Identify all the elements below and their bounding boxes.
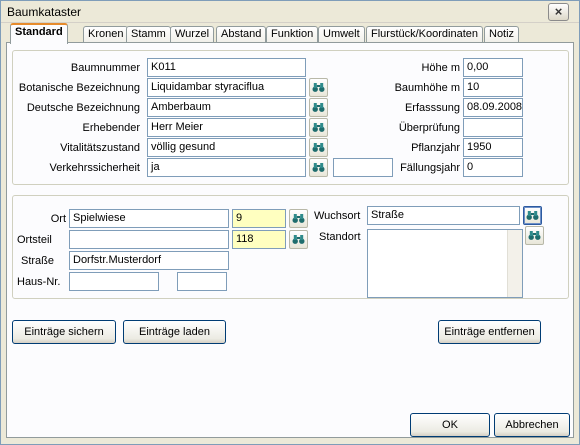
- tab-flurstueck[interactable]: Flurstück/Koordinaten: [366, 26, 483, 43]
- strasse-input[interactable]: Dorfstr.Musterdorf: [69, 251, 229, 270]
- ortsteil-label: Ortsteil: [17, 234, 52, 246]
- vitalitaet-input[interactable]: völlig gesund: [147, 138, 306, 157]
- binoculars-icon: [528, 231, 541, 240]
- tab-strip: Standard Kronen Stamm Wurzel Abstand Fun…: [7, 23, 577, 44]
- botanisch-lookup-button[interactable]: [309, 78, 328, 97]
- ort-lookup-button[interactable]: [289, 209, 308, 228]
- baumnummer-input[interactable]: K011: [147, 58, 306, 77]
- erhebender-lookup-button[interactable]: [309, 118, 328, 137]
- vitalitaet-label: Vitalitätszustand: [60, 142, 140, 154]
- cancel-button[interactable]: Abbrechen: [494, 413, 570, 437]
- strasse-label: Straße: [21, 255, 55, 267]
- close-button[interactable]: ×: [548, 3, 569, 21]
- title-bar: Baumkataster ×: [1, 1, 579, 23]
- load-entries-button[interactable]: Einträge laden: [123, 320, 226, 344]
- faellung-label: Fällungsjahr: [400, 162, 460, 174]
- verkehr-input[interactable]: ja: [147, 158, 306, 177]
- deutsch-lookup-button[interactable]: [309, 98, 328, 117]
- pflanzjahr-input[interactable]: 1950: [463, 138, 523, 157]
- binoculars-icon: [526, 211, 539, 220]
- faellung-input[interactable]: 0: [463, 158, 523, 177]
- tree-data-group: Baumnummer K011 Botanische Bezeichnung L…: [12, 50, 569, 185]
- standort-label: Standort: [319, 231, 361, 243]
- standort-scrollbar[interactable]: [507, 230, 522, 297]
- baumhoehe-input[interactable]: 10: [463, 78, 523, 97]
- deutsch-label: Deutsche Bezeichnung: [26, 102, 140, 114]
- ortsteil-input[interactable]: [69, 230, 229, 249]
- binoculars-icon: [312, 123, 325, 132]
- ortsteil-lookup-button[interactable]: [289, 230, 308, 249]
- botanisch-label: Botanische Bezeichnung: [18, 82, 140, 94]
- hausnr-suffix-input[interactable]: [177, 272, 227, 291]
- wuchsort-input[interactable]: Straße: [367, 206, 520, 225]
- window-title: Baumkataster: [7, 5, 82, 19]
- binoculars-icon: [292, 235, 305, 244]
- tab-umwelt[interactable]: Umwelt: [318, 26, 365, 43]
- hoehe-label: Höhe m: [421, 62, 460, 74]
- pflanzjahr-label: Pflanzjahr: [411, 142, 460, 154]
- baumnummer-label: Baumnummer: [70, 62, 140, 74]
- hausnr-input[interactable]: [69, 272, 159, 291]
- hoehe-input[interactable]: 0,00: [463, 58, 523, 77]
- remove-entries-button[interactable]: Einträge entfernen: [438, 320, 541, 344]
- erfassung-label: Erfasssung: [404, 102, 460, 114]
- tab-kronen[interactable]: Kronen: [83, 26, 129, 43]
- erhebender-input[interactable]: Herr Meier: [147, 118, 306, 137]
- verkehr-label: Verkehrssicherheit: [49, 162, 141, 174]
- ort-input[interactable]: Spielwiese: [69, 209, 229, 228]
- tab-notiz[interactable]: Notiz: [484, 26, 520, 43]
- deutsch-input[interactable]: Amberbaum: [147, 98, 306, 117]
- tab-funktion[interactable]: Funktion: [266, 26, 319, 43]
- ort-label: Ort: [50, 213, 66, 225]
- location-group: Ort Spielwiese 9 Ortsteil 118 Straße Dor…: [12, 195, 569, 299]
- standort-lookup-button[interactable]: [525, 226, 544, 245]
- save-entries-button[interactable]: Einträge sichern: [12, 320, 116, 344]
- tab-standard[interactable]: Standard: [10, 23, 68, 44]
- tab-stamm[interactable]: Stamm: [126, 26, 171, 43]
- tab-panel-standard: Baumnummer K011 Botanische Bezeichnung L…: [6, 42, 574, 438]
- ortsteil-code-input[interactable]: 118: [232, 230, 286, 249]
- ok-button[interactable]: OK: [410, 413, 490, 437]
- wuchsort-label: Wuchsort: [314, 210, 361, 222]
- pruefung-label: Überprüfung: [398, 122, 460, 134]
- binoculars-icon: [292, 214, 305, 223]
- tab-wurzel[interactable]: Wurzel: [170, 26, 215, 43]
- dialog-window: Baumkataster × Standard Kronen Stamm Wur…: [0, 0, 580, 445]
- verkehr-lookup-button[interactable]: [309, 158, 328, 177]
- binoculars-icon: [312, 143, 325, 152]
- tab-abstand[interactable]: Abstand: [216, 26, 267, 43]
- erhebender-label: Erhebender: [82, 122, 141, 134]
- binoculars-icon: [312, 163, 325, 172]
- ort-code-input[interactable]: 9: [232, 209, 286, 228]
- vitalitaet-lookup-button[interactable]: [309, 138, 328, 157]
- erfassung-input[interactable]: 08.09.2008: [463, 98, 523, 117]
- pruefung-input[interactable]: [463, 118, 523, 137]
- hausnr-label: Haus-Nr.: [17, 276, 61, 288]
- wuchsort-lookup-button[interactable]: [523, 206, 542, 225]
- standort-textarea[interactable]: [367, 229, 523, 298]
- binoculars-icon: [312, 103, 325, 112]
- binoculars-icon: [312, 83, 325, 92]
- botanisch-input[interactable]: Liquidambar styraciflua: [147, 78, 306, 97]
- baumhoehe-label: Baumhöhe m: [394, 82, 460, 94]
